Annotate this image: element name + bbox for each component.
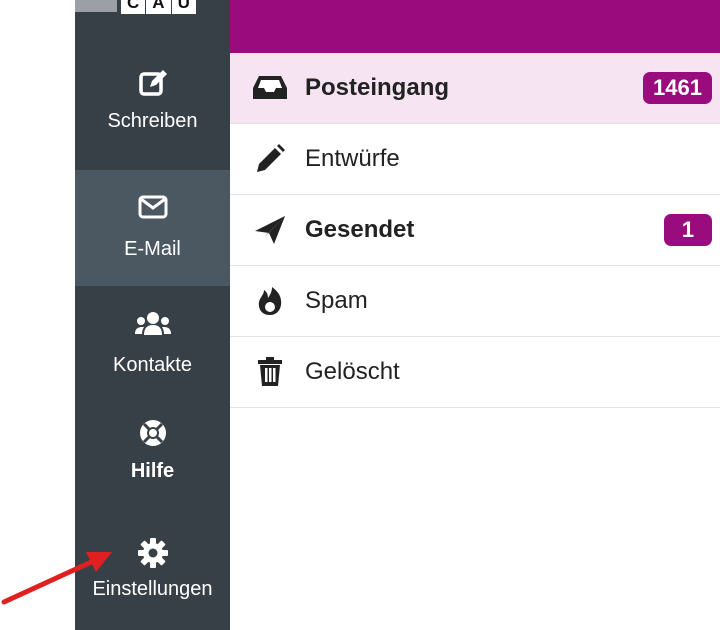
fire-icon — [250, 281, 290, 321]
logo-letter: C — [121, 0, 147, 14]
sidebar-item-label: E-Mail — [124, 238, 181, 260]
users-icon — [134, 308, 171, 338]
paper-plane-icon — [250, 210, 290, 250]
unread-count-badge: 1 — [664, 214, 712, 246]
sidebar-item-kontakte[interactable]: Kontakte — [75, 286, 230, 398]
inbox-icon — [250, 68, 290, 108]
sidebar-item-hilfe[interactable]: Hilfe — [75, 398, 230, 518]
logo-letters: C A U — [121, 0, 197, 14]
folder-item-geloescht[interactable]: Gelöscht — [230, 337, 720, 408]
folder-label: Posteingang — [305, 74, 450, 101]
logo-mark — [75, 0, 117, 12]
folder-label: Spam — [305, 287, 368, 314]
annotation-arrow — [1, 552, 112, 605]
sidebar-item-label: Kontakte — [113, 354, 192, 376]
logo-letter: A — [146, 0, 172, 14]
trash-icon — [250, 352, 290, 392]
folder-item-gesendet[interactable]: Gesendet 1 — [230, 195, 720, 266]
folder-item-posteingang[interactable]: Posteingang 1461 — [230, 53, 720, 124]
sidebar: C A U Schreiben E-Mail Kontakte Hilfe Ei… — [75, 0, 230, 630]
sidebar-item-label: Schreiben — [107, 110, 198, 132]
compose-icon — [138, 68, 168, 98]
sidebar-item-schreiben[interactable]: Schreiben — [75, 28, 230, 142]
folder-item-spam[interactable]: Spam — [230, 266, 720, 337]
lifebuoy-icon — [138, 418, 168, 448]
envelope-icon — [138, 192, 168, 222]
folder-label: Gesendet — [305, 216, 415, 243]
top-header-bar — [230, 0, 720, 53]
sidebar-item-label: Hilfe — [130, 460, 175, 482]
gear-icon — [137, 538, 168, 568]
folder-item-entwuerfe[interactable]: Entwürfe — [230, 124, 720, 195]
sidebar-item-email[interactable]: E-Mail — [75, 170, 230, 286]
unread-count-badge: 1461 — [643, 72, 712, 104]
folder-label: Gelöscht — [305, 358, 400, 385]
pencil-icon — [250, 139, 290, 179]
folder-label: Entwürfe — [305, 145, 400, 172]
logo-letter: U — [172, 0, 197, 14]
university-logo: C A U — [75, 0, 230, 28]
